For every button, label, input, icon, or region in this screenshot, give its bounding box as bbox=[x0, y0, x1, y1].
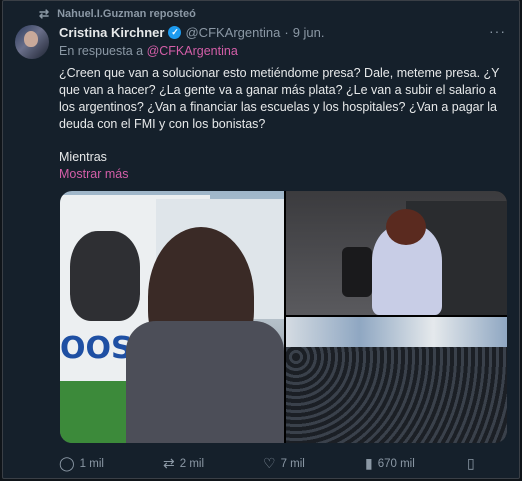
tweet-text-paragraph: ¿Creen que van a solucionar esto metiénd… bbox=[59, 66, 500, 131]
media-image-crowd[interactable] bbox=[286, 317, 507, 443]
like-button[interactable]: ♡ 7 mil bbox=[263, 455, 305, 472]
bookmark-button[interactable]: ▯ bbox=[467, 455, 475, 472]
view-count: 670 mil bbox=[377, 457, 415, 470]
banner-portrait bbox=[70, 231, 140, 321]
tweet-card[interactable]: ⇄ Nahuel.I.Guzman reposteó Cristina Kirc… bbox=[2, 0, 520, 479]
flags-band bbox=[286, 317, 507, 351]
banner-text: OOS bbox=[60, 331, 133, 366]
tweet-header: Cristina Kirchner ✓ @CFKArgentina · 9 ju… bbox=[59, 25, 325, 40]
woman-hair bbox=[386, 209, 426, 245]
tweet-date[interactable]: 9 jun. bbox=[293, 25, 325, 40]
green-banner bbox=[60, 381, 130, 443]
reply-count: 1 mil bbox=[79, 457, 104, 470]
camera-operator bbox=[342, 247, 372, 297]
verified-badge-icon[interactable]: ✓ bbox=[168, 26, 182, 39]
heart-icon: ♡ bbox=[263, 455, 276, 471]
bar-chart-icon: ▮ bbox=[365, 455, 373, 471]
crowd-pattern bbox=[286, 347, 507, 443]
reply-context: En respuesta a @CFKArgentina bbox=[59, 44, 238, 58]
woman-shoulders bbox=[126, 321, 284, 443]
more-options-icon[interactable]: ··· bbox=[489, 23, 506, 39]
reply-button[interactable]: ◯ 1 mil bbox=[59, 455, 104, 472]
show-more-link[interactable]: Mostrar más bbox=[59, 167, 128, 181]
bookmark-icon: ▯ bbox=[467, 455, 475, 471]
views-button[interactable]: ▮ 670 mil bbox=[365, 455, 415, 472]
author-handle[interactable]: @CFKArgentina bbox=[185, 25, 280, 40]
repost-count: 2 mil bbox=[179, 457, 205, 470]
repost-button[interactable]: ⇄ 2 mil bbox=[163, 455, 204, 472]
avatar[interactable] bbox=[15, 25, 49, 59]
reply-prefix: En respuesta a bbox=[59, 44, 144, 58]
media-grid: OOS bbox=[60, 191, 507, 443]
repost-indicator: ⇄ Nahuel.I.Guzman reposteó bbox=[39, 7, 196, 21]
like-count: 7 mil bbox=[280, 457, 305, 470]
repost-label[interactable]: Nahuel.I.Guzman reposteó bbox=[57, 8, 196, 20]
reply-mention-link[interactable]: @CFKArgentina bbox=[147, 44, 238, 58]
reply-icon: ◯ bbox=[59, 455, 75, 471]
media-image-balcony[interactable] bbox=[286, 191, 507, 315]
tweet-text-continuation: Mientras bbox=[59, 150, 107, 164]
separator-dot: · bbox=[284, 25, 289, 40]
repost-icon: ⇄ bbox=[39, 7, 50, 21]
repost-icon: ⇄ bbox=[163, 455, 175, 471]
media-image-rally-crowd-back[interactable]: OOS bbox=[60, 191, 284, 443]
author-name[interactable]: Cristina Kirchner bbox=[59, 25, 164, 40]
tweet-text: ¿Creen que van a solucionar esto metiénd… bbox=[59, 65, 507, 133]
